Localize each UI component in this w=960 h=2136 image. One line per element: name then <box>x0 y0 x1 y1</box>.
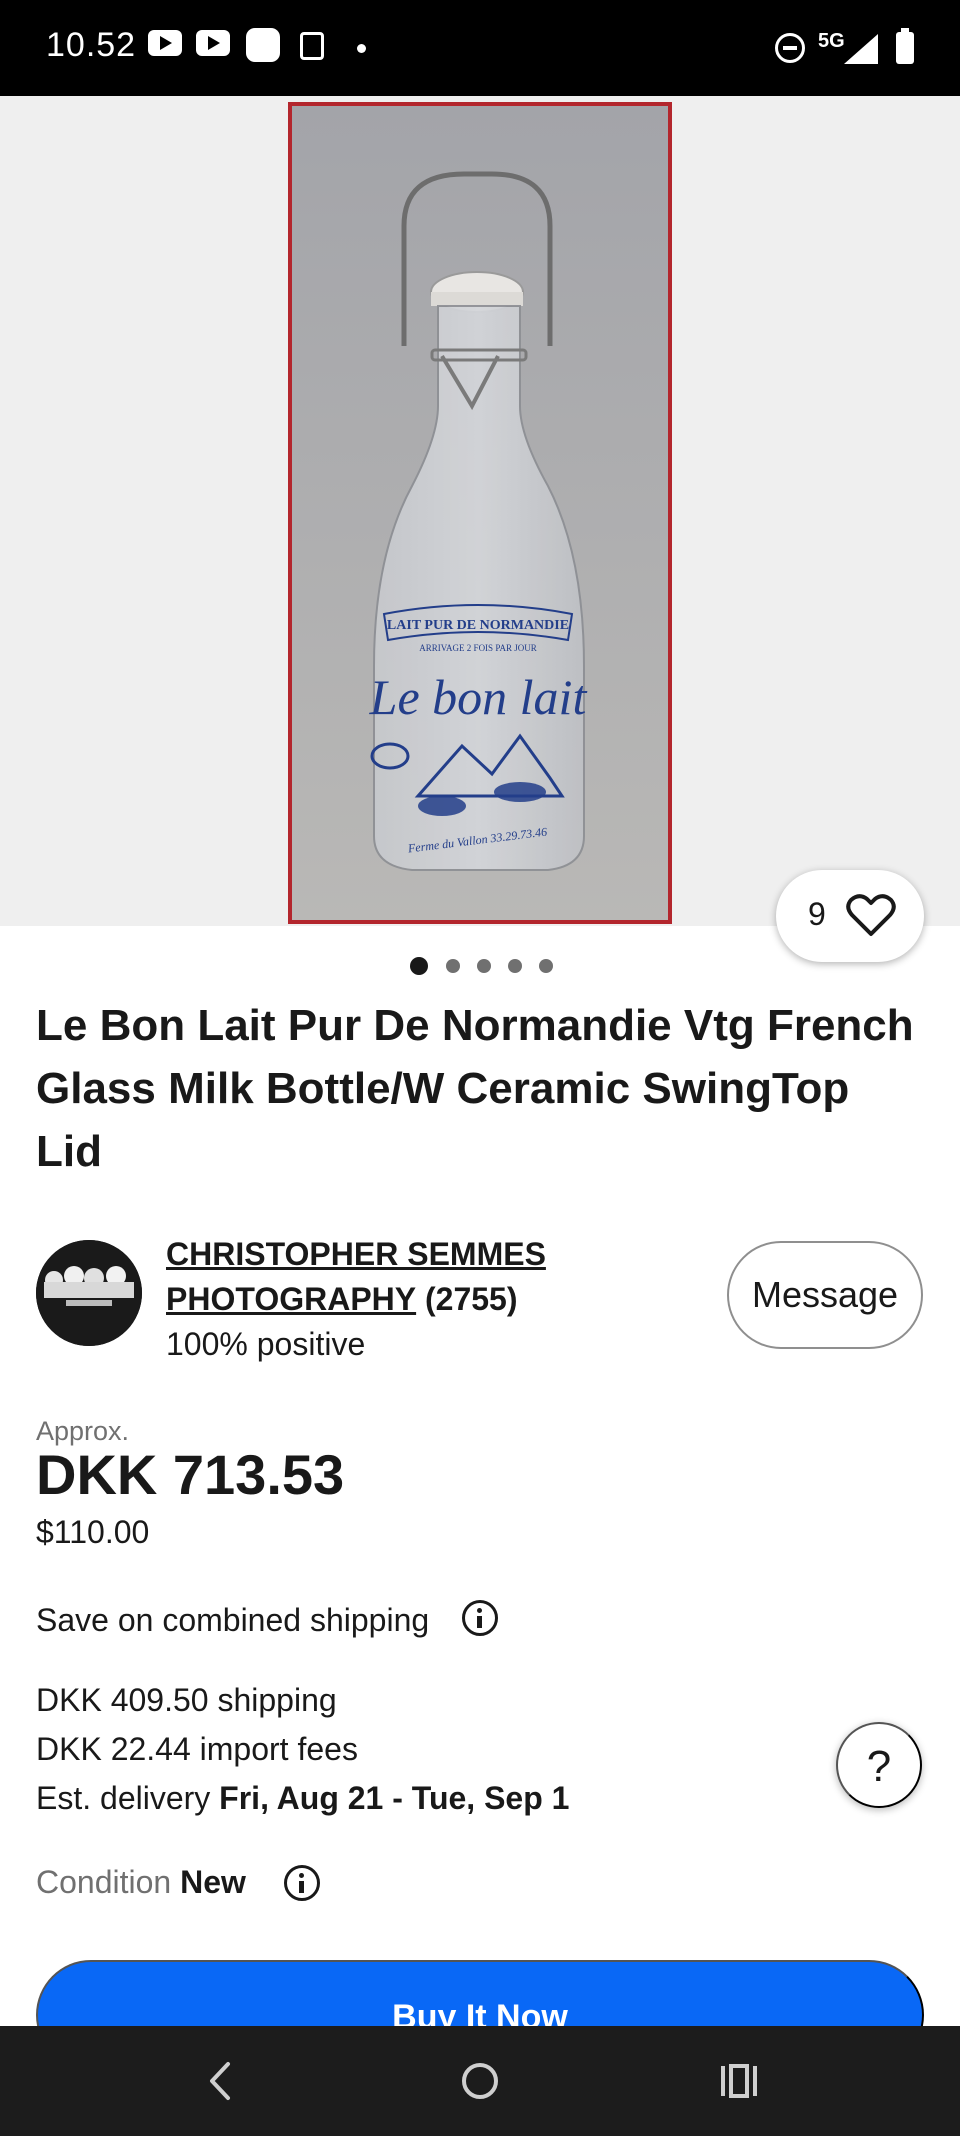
youtube-icon <box>148 30 182 56</box>
bottle-label-top: LAIT PUR DE NORMANDIE <box>387 618 569 633</box>
do-not-disturb-icon <box>775 33 805 63</box>
watch-button[interactable]: 9 <box>776 870 924 962</box>
navigation-bar <box>0 2026 960 2136</box>
pager-dot[interactable] <box>446 959 460 973</box>
recents-icon[interactable] <box>710 2026 770 2136</box>
product-image[interactable]: LAIT PUR DE NORMANDIE ARRIVAGE 2 FOIS PA… <box>288 102 672 924</box>
bottle-label-sub: ARRIVAGE 2 FOIS PAR JOUR <box>419 643 537 653</box>
price-amount: DKK 713.53 <box>36 1443 345 1506</box>
condition-label: Condition <box>36 1864 172 1900</box>
shipping-cost: DKK 409.50 shipping <box>36 1682 337 1718</box>
signal-icon <box>844 34 878 64</box>
pager-dot[interactable] <box>508 959 522 973</box>
note-icon <box>300 32 324 60</box>
pager-dot[interactable] <box>539 959 553 973</box>
delivery-label: Est. delivery <box>36 1780 220 1816</box>
dot-icon <box>357 44 366 53</box>
message-button[interactable]: Message <box>727 1241 923 1349</box>
status-time: 10.52 <box>46 26 137 64</box>
milk-bottle-image: LAIT PUR DE NORMANDIE ARRIVAGE 2 FOIS PA… <box>292 106 668 920</box>
info-icon[interactable] <box>462 1600 498 1636</box>
pager-dot[interactable] <box>477 959 491 973</box>
heart-icon <box>846 894 896 936</box>
seller-feedback-count: (2755) <box>425 1281 518 1317</box>
image-pager[interactable] <box>0 957 960 977</box>
condition-info-icon[interactable] <box>284 1865 320 1901</box>
pager-dot-active[interactable] <box>410 957 428 975</box>
watch-count: 9 <box>808 896 826 932</box>
import-fees: DKK 22.44 import fees <box>36 1731 358 1767</box>
status-bar: 10.52 5G <box>0 0 960 96</box>
battery-icon <box>896 28 914 64</box>
app-icon <box>246 28 280 62</box>
condition-value: New <box>180 1864 246 1900</box>
image-gallery[interactable]: LAIT PUR DE NORMANDIE ARRIVAGE 2 FOIS PA… <box>0 96 960 926</box>
combined-shipping[interactable]: Save on combined shipping <box>36 1602 429 1639</box>
delivery-dates: Fri, Aug 21 - Tue, Sep 1 <box>219 1780 570 1816</box>
seller-info: CHRISTOPHER SEMMES PHOTOGRAPHY (2755) 10… <box>166 1232 706 1367</box>
youtube-icon <box>196 30 230 56</box>
back-icon[interactable] <box>190 2026 250 2136</box>
help-button[interactable]: ? <box>836 1722 922 1808</box>
listing-title: Le Bon Lait Pur De Normandie Vtg French … <box>36 1001 914 1176</box>
bottle-brand: Le bon lait <box>369 669 588 725</box>
estimated-delivery: Est. delivery Fri, Aug 21 - Tue, Sep 1 <box>36 1780 569 1817</box>
seller-positive: 100% positive <box>166 1326 366 1362</box>
seller-avatar[interactable] <box>36 1240 142 1346</box>
home-icon[interactable] <box>450 2026 510 2136</box>
combined-shipping-label: Save on combined shipping <box>36 1602 430 1638</box>
network-label: 5G <box>818 30 845 52</box>
original-price: $110.00 <box>36 1514 150 1550</box>
condition-row: Condition New <box>36 1864 246 1901</box>
